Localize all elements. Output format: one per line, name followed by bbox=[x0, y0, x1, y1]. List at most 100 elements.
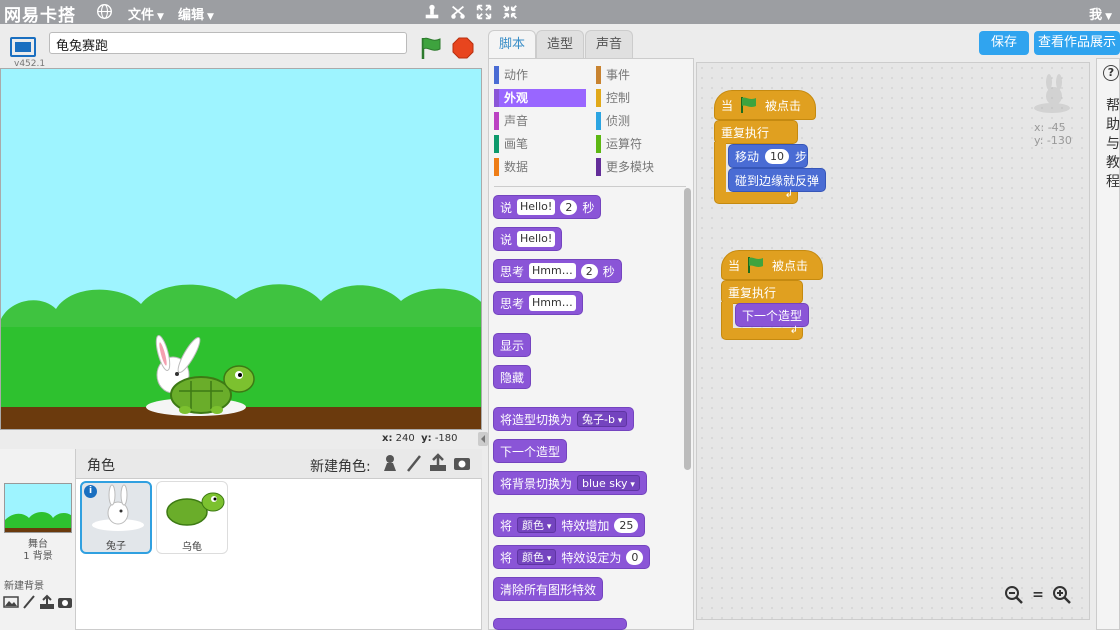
file-menu-label: 文件 bbox=[128, 8, 155, 23]
user-menu-label: 我 bbox=[1089, 8, 1103, 23]
duplicate-stamp-icon[interactable] bbox=[423, 3, 441, 21]
project-title-input[interactable]: 龟兔赛跑 bbox=[49, 32, 407, 54]
block-think-for-secs[interactable]: 思考 Hmm… 2 秒 bbox=[493, 259, 622, 283]
effect-change-input[interactable]: 25 bbox=[614, 517, 639, 533]
sprite-library-icon[interactable] bbox=[380, 453, 400, 473]
category-pen[interactable]: 画笔 bbox=[494, 135, 586, 153]
effect-set-input[interactable]: 0 bbox=[626, 549, 644, 565]
stop-icon[interactable] bbox=[452, 37, 474, 59]
see-project-page-button[interactable]: 查看作品展示 bbox=[1034, 31, 1120, 55]
sprite-header-label: 角色 bbox=[87, 458, 115, 474]
stage-canvas[interactable] bbox=[0, 68, 482, 430]
forever-block[interactable]: 重复执行 bbox=[721, 280, 803, 304]
zoom-reset-button[interactable]: = bbox=[1028, 585, 1048, 605]
paint-brush-icon[interactable] bbox=[404, 453, 424, 473]
cut-scissors-icon[interactable] bbox=[449, 3, 467, 21]
sprite-ghost-icon bbox=[1034, 74, 1070, 113]
user-menu[interactable]: 我 ▼ bbox=[1089, 4, 1112, 23]
upload-icon[interactable] bbox=[428, 453, 448, 473]
backdrop-dropdown[interactable]: blue sky bbox=[577, 475, 640, 491]
help-tips-label[interactable]: 帮助与教程 bbox=[1106, 97, 1120, 192]
block-think[interactable]: 思考 Hmm… bbox=[493, 291, 583, 315]
upload-icon[interactable] bbox=[39, 594, 55, 610]
sprite-name: 乌龟 bbox=[182, 542, 202, 553]
menu-bar: 网易卡搭 文件 ▼ 编辑 ▼ 我 ▼ bbox=[0, 0, 1120, 26]
camera-icon[interactable] bbox=[452, 453, 472, 473]
paint-brush-icon[interactable] bbox=[21, 594, 37, 610]
block-partial[interactable] bbox=[493, 618, 627, 630]
block-say[interactable]: 说 Hello! bbox=[493, 227, 563, 251]
bounce-edge-block[interactable]: 碰到边缘就反弹 bbox=[728, 168, 826, 192]
block-switch-costume[interactable]: 将造型切换为 兔子-b bbox=[493, 407, 635, 431]
mouse-coords: x: 240 y: -180 bbox=[382, 433, 458, 444]
secs-input[interactable]: 2 bbox=[560, 199, 578, 215]
steps-input[interactable]: 10 bbox=[765, 148, 790, 164]
stage-column: 舞台 1 背景 新建背景 bbox=[0, 449, 76, 630]
effect-dropdown[interactable]: 颜色 bbox=[517, 549, 557, 565]
shrink-icon[interactable] bbox=[501, 3, 519, 21]
next-costume-block[interactable]: 下一个造型 bbox=[735, 303, 809, 327]
category-data[interactable]: 数据 bbox=[494, 158, 586, 176]
stage-thumbnail[interactable] bbox=[4, 483, 72, 533]
forever-foot: ↲ bbox=[721, 325, 803, 340]
tab-costumes[interactable]: 造型 bbox=[536, 30, 584, 58]
stage-scene bbox=[1, 284, 481, 429]
help-icon[interactable]: ? bbox=[1103, 65, 1119, 81]
loop-arrow-icon: ↲ bbox=[789, 325, 798, 336]
category-operators[interactable]: 运算符 bbox=[596, 135, 688, 153]
zoom-out-icon[interactable] bbox=[1004, 585, 1024, 605]
collapse-arrow-icon[interactable] bbox=[478, 432, 488, 446]
block-show[interactable]: 显示 bbox=[493, 333, 532, 357]
backdrop-library-icon[interactable] bbox=[3, 594, 19, 610]
block-hide[interactable]: 隐藏 bbox=[493, 365, 532, 389]
block-next-costume[interactable]: 下一个造型 bbox=[493, 439, 568, 463]
logo[interactable]: 网易卡搭 bbox=[4, 1, 76, 26]
fullscreen-icon[interactable] bbox=[10, 37, 36, 57]
sprite-turtle[interactable]: 乌龟 bbox=[156, 481, 228, 554]
block-say-for-secs[interactable]: 说 Hello! 2 秒 bbox=[493, 195, 602, 219]
tab-sounds[interactable]: 声音 bbox=[585, 30, 633, 58]
costume-dropdown[interactable]: 兔子-b bbox=[577, 411, 628, 427]
think-text-input[interactable]: Hmm… bbox=[529, 295, 576, 311]
say-text-input[interactable]: Hello! bbox=[517, 231, 556, 247]
move-steps-block[interactable]: 移动 10 步 bbox=[728, 144, 808, 168]
grow-icon[interactable] bbox=[475, 3, 493, 21]
block-set-effect[interactable]: 将颜色特效设定为0 bbox=[493, 545, 651, 569]
block-clear-effects[interactable]: 清除所有图形特效 bbox=[493, 577, 604, 601]
when-flag-clicked-hat[interactable]: 当被点击 bbox=[714, 90, 816, 120]
save-button[interactable]: 保存 bbox=[979, 31, 1029, 55]
when-flag-clicked-hat[interactable]: 当被点击 bbox=[721, 250, 823, 280]
palette-scrollbar[interactable] bbox=[684, 188, 691, 470]
category-sensing[interactable]: 侦测 bbox=[596, 112, 688, 130]
forever-block[interactable]: 重复执行 bbox=[714, 120, 798, 144]
category-motion[interactable]: 动作 bbox=[494, 66, 586, 84]
file-menu[interactable]: 文件 ▼ bbox=[128, 4, 164, 23]
loop-arrow-icon: ↲ bbox=[784, 189, 793, 200]
edit-menu[interactable]: 编辑 ▼ bbox=[178, 4, 214, 23]
new-sprite-tools bbox=[380, 453, 472, 473]
effect-dropdown[interactable]: 颜色 bbox=[517, 517, 557, 533]
category-control[interactable]: 控制 bbox=[596, 89, 688, 107]
block-switch-backdrop[interactable]: 将背景切换为 blue sky bbox=[493, 471, 647, 495]
green-flag-icon[interactable] bbox=[418, 35, 444, 61]
chevron-down-icon: ▼ bbox=[157, 12, 164, 22]
camera-icon[interactable] bbox=[57, 594, 73, 610]
category-sound[interactable]: 声音 bbox=[494, 112, 586, 130]
secs-input[interactable]: 2 bbox=[580, 263, 598, 279]
sprite-coords: x: -45 y: -130 bbox=[1034, 121, 1072, 147]
globe-icon[interactable] bbox=[96, 3, 113, 20]
sprite-rabbit[interactable]: i 兔子 bbox=[80, 481, 152, 554]
block-change-effect[interactable]: 将颜色特效增加25 bbox=[493, 513, 646, 537]
sprite-header: 角色 新建角色: bbox=[76, 449, 482, 479]
category-looks[interactable]: 外观 bbox=[494, 89, 586, 107]
palette-divider bbox=[494, 186, 686, 187]
say-text-input[interactable]: Hello! bbox=[517, 199, 556, 215]
forever-arm bbox=[714, 142, 726, 192]
edit-menu-label: 编辑 bbox=[178, 8, 205, 23]
category-events[interactable]: 事件 bbox=[596, 66, 688, 84]
category-more-blocks[interactable]: 更多模块 bbox=[596, 158, 688, 176]
tab-scripts[interactable]: 脚本 bbox=[488, 30, 536, 59]
info-icon[interactable]: i bbox=[84, 485, 97, 498]
think-text-input[interactable]: Hmm… bbox=[529, 263, 576, 279]
zoom-in-icon[interactable] bbox=[1052, 585, 1072, 605]
